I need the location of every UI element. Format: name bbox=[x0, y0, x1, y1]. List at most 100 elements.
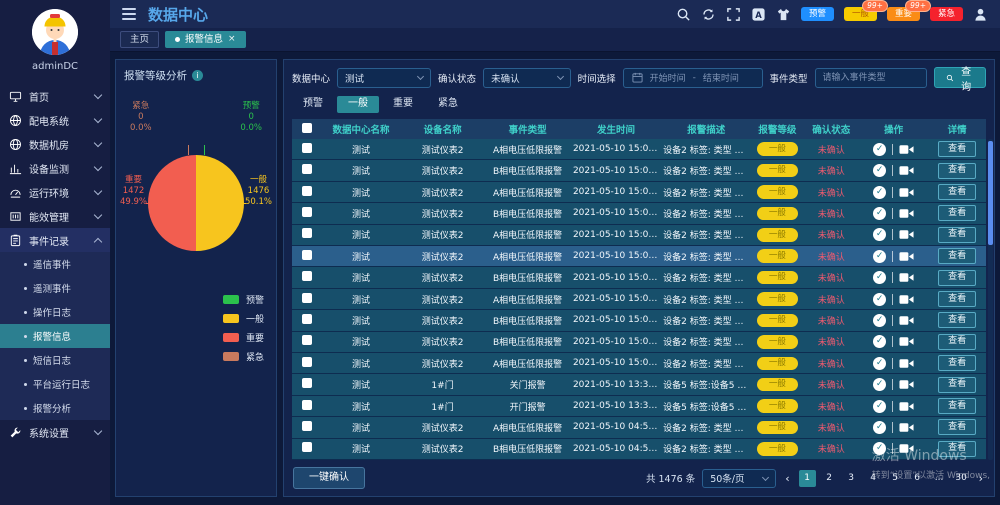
page-ellipsis[interactable]: ... bbox=[931, 470, 948, 487]
next-page-icon[interactable]: › bbox=[977, 472, 985, 485]
tab-重要[interactable]: 重要 bbox=[382, 96, 424, 113]
confirm-check-icon[interactable]: ✓ bbox=[873, 314, 886, 327]
row-checkbox[interactable] bbox=[302, 357, 312, 367]
table-row[interactable]: 测试测试仪表2A相电压低限报警2021-05-10 15:01:26设备2 标签… bbox=[292, 182, 986, 203]
confirm-check-icon[interactable]: ✓ bbox=[873, 143, 886, 156]
view-button[interactable]: 查看 bbox=[938, 355, 976, 371]
tab-预警[interactable]: 预警 bbox=[292, 96, 334, 113]
confirm-check-icon[interactable]: ✓ bbox=[873, 207, 886, 220]
row-checkbox[interactable] bbox=[302, 421, 312, 431]
scrollbar-thumb[interactable] bbox=[988, 141, 993, 245]
sidebar-subitem[interactable]: 报警信息 bbox=[0, 324, 110, 348]
video-icon[interactable] bbox=[899, 336, 914, 347]
row-checkbox[interactable] bbox=[302, 186, 312, 196]
confirm-check-icon[interactable]: ✓ bbox=[873, 293, 886, 306]
row-checkbox[interactable] bbox=[302, 271, 312, 281]
sidebar-item[interactable]: 事件记录 bbox=[0, 228, 110, 252]
sidebar-item[interactable]: 能效管理 bbox=[0, 204, 110, 228]
translate-icon[interactable]: A bbox=[751, 7, 766, 22]
refresh-icon[interactable] bbox=[701, 7, 716, 22]
avatar[interactable] bbox=[32, 9, 78, 55]
view-button[interactable]: 查看 bbox=[938, 141, 976, 157]
sidebar-item[interactable]: 数据机房 bbox=[0, 132, 110, 156]
view-button[interactable]: 查看 bbox=[938, 377, 976, 393]
row-checkbox[interactable] bbox=[302, 335, 312, 345]
view-button[interactable]: 查看 bbox=[938, 270, 976, 286]
alarm-badge[interactable]: 重要99+ bbox=[887, 7, 920, 21]
hamburger-menu-icon[interactable] bbox=[122, 8, 136, 20]
video-icon[interactable] bbox=[899, 251, 914, 262]
search-icon[interactable] bbox=[676, 7, 691, 22]
tab-一般[interactable]: 一般 bbox=[337, 96, 379, 113]
video-icon[interactable] bbox=[899, 294, 914, 305]
video-icon[interactable] bbox=[899, 401, 914, 412]
table-row[interactable]: 测试测试仪表2B相电压低限报警2021-05-10 15:04:33设备2 标签… bbox=[292, 160, 986, 181]
view-button[interactable]: 查看 bbox=[938, 291, 976, 307]
confirm-check-icon[interactable]: ✓ bbox=[873, 271, 886, 284]
legend-item[interactable]: 紧急 bbox=[223, 350, 264, 363]
alarm-badge[interactable]: 紧急 bbox=[930, 7, 963, 21]
view-button[interactable]: 查看 bbox=[938, 227, 976, 243]
row-checkbox[interactable] bbox=[302, 250, 312, 260]
info-icon[interactable]: i bbox=[192, 70, 203, 81]
video-icon[interactable] bbox=[899, 379, 914, 390]
confirm-check-icon[interactable]: ✓ bbox=[873, 421, 886, 434]
legend-item[interactable]: 预警 bbox=[223, 293, 264, 306]
sidebar-item[interactable]: 系统设置 bbox=[0, 420, 110, 444]
confirm-check-icon[interactable]: ✓ bbox=[873, 335, 886, 348]
view-button[interactable]: 查看 bbox=[938, 205, 976, 221]
video-icon[interactable] bbox=[899, 165, 914, 176]
row-checkbox[interactable] bbox=[302, 378, 312, 388]
datacenter-select[interactable]: 测试 bbox=[337, 68, 431, 88]
page-number[interactable]: 3 bbox=[843, 470, 860, 487]
query-button[interactable]: 查询 bbox=[934, 67, 986, 88]
page-number[interactable]: 4 bbox=[865, 470, 882, 487]
row-checkbox[interactable] bbox=[302, 314, 312, 324]
video-icon[interactable] bbox=[899, 208, 914, 219]
view-button[interactable]: 查看 bbox=[938, 184, 976, 200]
confirm-check-icon[interactable]: ✓ bbox=[873, 250, 886, 263]
view-button[interactable]: 查看 bbox=[938, 312, 976, 328]
page-number[interactable]: 30 bbox=[953, 470, 970, 487]
alarm-badge[interactable]: 预警 bbox=[801, 7, 834, 21]
tag-home[interactable]: 主页 bbox=[120, 31, 159, 48]
video-icon[interactable] bbox=[899, 144, 914, 155]
tag-close-icon[interactable]: × bbox=[228, 35, 236, 44]
sidebar-subitem[interactable]: 操作日志 bbox=[0, 300, 110, 324]
table-row[interactable]: 测试测试仪表2A相电压低限报警2021-05-10 15:08:14设备2 标签… bbox=[292, 139, 986, 160]
table-row[interactable]: 测试测试仪表2A相电压低限报警2021-05-10 04:54:15设备2 标签… bbox=[292, 417, 986, 438]
legend-item[interactable]: 重要 bbox=[223, 331, 264, 344]
sidebar-subitem[interactable]: 平台运行日志 bbox=[0, 372, 110, 396]
video-icon[interactable] bbox=[899, 358, 914, 369]
table-row[interactable]: 测试测试仪表2B相电压低限报警2021-05-10 04:54:15设备2 标签… bbox=[292, 439, 986, 460]
view-button[interactable]: 查看 bbox=[938, 248, 976, 264]
fullscreen-icon[interactable] bbox=[726, 7, 741, 22]
page-size-select[interactable]: 50条/页 bbox=[702, 469, 776, 488]
confirm-check-icon[interactable]: ✓ bbox=[873, 442, 886, 455]
row-checkbox[interactable] bbox=[302, 228, 312, 238]
table-row[interactable]: 测试测试仪表2A相电压低限报警2021-05-10 15:00:24设备2 标签… bbox=[292, 353, 986, 374]
sidebar-subitem[interactable]: 遥信事件 bbox=[0, 252, 110, 276]
table-row[interactable]: 测试测试仪表2B相电压低限报警2021-05-10 15:00:33设备2 标签… bbox=[292, 267, 986, 288]
view-button[interactable]: 查看 bbox=[938, 419, 976, 435]
table-row[interactable]: 测试测试仪表2A相电压低限报警2021-05-10 15:00:52设备2 标签… bbox=[292, 225, 986, 246]
table-row[interactable]: 测试1#门开门报警2021-05-10 13:36:58设备5 标签:设备5 类… bbox=[292, 396, 986, 417]
prev-page-icon[interactable]: ‹ bbox=[783, 472, 791, 485]
confirm-all-button[interactable]: 一键确认 bbox=[293, 467, 365, 489]
table-row[interactable]: 测试测试仪表2A相电压低限报警2021-05-10 15:00:41设备2 标签… bbox=[292, 246, 986, 267]
tag-current[interactable]: 报警信息 × bbox=[165, 31, 246, 48]
row-checkbox[interactable] bbox=[302, 293, 312, 303]
theme-icon[interactable] bbox=[776, 7, 791, 22]
sidebar-item[interactable]: 首页 bbox=[0, 84, 110, 108]
video-icon[interactable] bbox=[899, 315, 914, 326]
confirm-check-icon[interactable]: ✓ bbox=[873, 164, 886, 177]
video-icon[interactable] bbox=[899, 272, 914, 283]
confirm-check-icon[interactable]: ✓ bbox=[873, 378, 886, 391]
view-button[interactable]: 查看 bbox=[938, 163, 976, 179]
tab-紧急[interactable]: 紧急 bbox=[427, 96, 469, 113]
video-icon[interactable] bbox=[899, 422, 914, 433]
video-icon[interactable] bbox=[899, 443, 914, 454]
user-icon[interactable] bbox=[973, 7, 988, 22]
sidebar-subitem[interactable]: 报警分析 bbox=[0, 396, 110, 420]
event-type-input[interactable] bbox=[815, 68, 927, 88]
